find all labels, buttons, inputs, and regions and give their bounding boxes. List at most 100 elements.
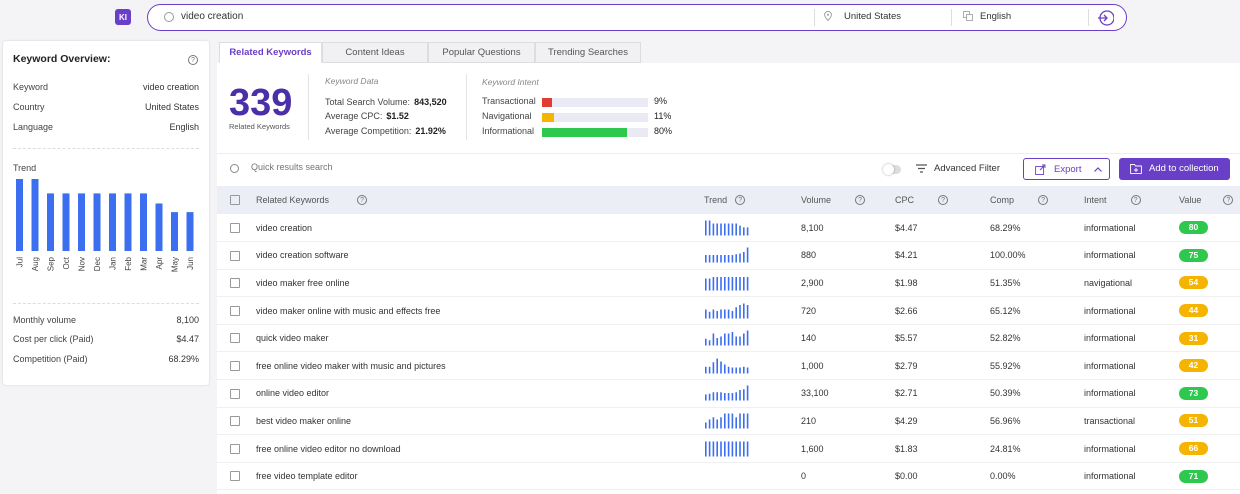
row-checkbox[interactable] [230,222,240,233]
help-icon[interactable]: ? [188,55,198,65]
tab-popular-questions[interactable]: Popular Questions [428,42,535,63]
sparkline-bar [716,338,718,346]
quick-search-input[interactable] [251,162,551,172]
table-row[interactable]: online video editor 33,100 $2.71 50.39% info… [217,380,1240,408]
help-icon[interactable]: ? [735,195,746,206]
sparkline-bar [731,393,734,401]
keyword-cell[interactable]: video creation software [243,242,704,270]
app-logo[interactable]: KI [115,9,131,25]
search-submit-icon[interactable] [1096,9,1114,27]
keyword-cell[interactable]: free video template editor [243,462,704,490]
header-trend[interactable]: Trend [704,195,727,205]
table-row[interactable]: free online video editor no download 1,60… [217,435,1240,463]
value-badge: 42 [1179,359,1208,373]
language-select[interactable]: English [980,11,1011,22]
intent-label: Navigational [482,111,532,121]
search-bar: United States English [147,4,1127,31]
table-row[interactable]: video maker online with music and effect… [217,297,1240,325]
overview-label: Language [13,122,54,132]
sparkline-bar [712,309,715,319]
main-panel: Related Keywords Content Ideas Popular Q… [217,40,1240,494]
sparkline-bar [716,358,718,374]
keyword-cell[interactable]: video maker free online [243,269,704,297]
keyword-cell[interactable]: online video editor [243,380,704,408]
table-row[interactable]: video creation 8,100 $4.47 68.29% informatio… [217,214,1240,242]
sparkline-bar [724,223,726,236]
trend-sparkline [705,220,749,236]
divider [814,9,815,26]
table-row[interactable]: free video template editor 0 $0.00 0.00% inf… [217,462,1240,490]
row-checkbox[interactable] [230,333,240,344]
help-icon[interactable]: ? [357,195,368,206]
tab-trending-searches[interactable]: Trending Searches [535,42,641,63]
intent-percent: 11% [654,111,672,121]
table-row[interactable]: video creation software 880 $4.21 100.00% in… [217,242,1240,270]
help-icon[interactable]: ? [1038,195,1049,206]
header-comp[interactable]: Comp [990,195,1014,205]
header-intent[interactable]: Intent [1084,195,1107,205]
header-cpc[interactable]: CPC [895,195,914,205]
row-checkbox[interactable] [230,305,240,316]
volume-cell: 210 [801,415,817,426]
keyword-cell[interactable]: video creation [243,214,704,242]
value-badge: 80 [1179,221,1208,235]
row-checkbox[interactable] [230,388,240,399]
sparkline-bar [731,367,734,374]
keyword-data-row: Average Competition: 21.92% [325,126,446,136]
value-badge: 73 [1179,386,1208,400]
tab-content-ideas[interactable]: Content Ideas [322,42,428,63]
sparkline-bar [731,332,734,346]
sparkline-bar [735,223,737,236]
intent-cell: informational [1084,305,1136,316]
header-volume[interactable]: Volume [801,195,831,205]
tab-related-keywords[interactable]: Related Keywords [219,42,322,63]
location-select[interactable]: United States [844,11,901,22]
row-checkbox[interactable] [230,443,240,454]
search-input[interactable] [181,11,781,22]
overview-value: English [169,122,199,132]
table-row[interactable]: video maker free online 2,900 $1.98 51.35% n… [217,269,1240,297]
table-row[interactable]: quick video maker 140 $5.57 52.82% informati… [217,324,1240,352]
sparkline-bar [727,366,730,374]
keyword-cell[interactable]: video maker online with music and effect… [243,297,704,325]
table-row[interactable]: free online video maker with music and p… [217,352,1240,380]
sparkline-bar [724,255,726,263]
data-value: 21.92% [415,126,446,136]
keyword-cell[interactable]: free online video editor no download [243,435,704,463]
help-icon[interactable]: ? [938,195,949,206]
advanced-filter-button[interactable]: Advanced Filter [934,163,1000,174]
sparkline-bar [708,255,711,263]
select-all-checkbox[interactable] [230,195,240,206]
header-value[interactable]: Value [1179,195,1201,205]
trend-month-label: Feb [124,256,133,270]
volume-cell: 1,600 [801,443,824,454]
trend-label: Trend [13,163,37,173]
overview-row: Keyword video creation [13,82,199,92]
sparkline-bar [724,413,726,429]
row-checkbox[interactable] [230,250,240,261]
trend-sparkline [705,276,749,291]
intent-bar-fill [542,98,552,107]
row-checkbox[interactable] [230,416,240,427]
intent-bar [542,113,648,122]
row-checkbox[interactable] [230,471,240,482]
sparkline-bar [724,309,726,319]
export-button[interactable]: Export [1023,158,1110,180]
value-badge: 54 [1179,276,1208,290]
help-icon[interactable]: ? [1223,195,1234,206]
table-row[interactable]: best video maker online 210 $4.29 56.96% tra… [217,407,1240,435]
add-to-collection-button[interactable]: Add to collection [1119,158,1230,180]
header-keyword[interactable]: Related Keywords [256,195,329,205]
keyword-cell[interactable]: free online video maker with music and p… [243,352,704,380]
row-checkbox[interactable] [230,361,240,372]
keyword-cell[interactable]: quick video maker [243,324,704,352]
filter-toggle[interactable] [883,164,901,175]
row-checkbox[interactable] [230,278,240,289]
help-icon[interactable]: ? [855,195,866,206]
divider [13,148,199,149]
help-icon[interactable]: ? [1130,195,1141,206]
trend-bar [124,193,132,251]
keyword-cell[interactable]: best video maker online [243,407,704,435]
sparkline-bar [712,417,715,429]
sparkline-bar [743,252,745,263]
